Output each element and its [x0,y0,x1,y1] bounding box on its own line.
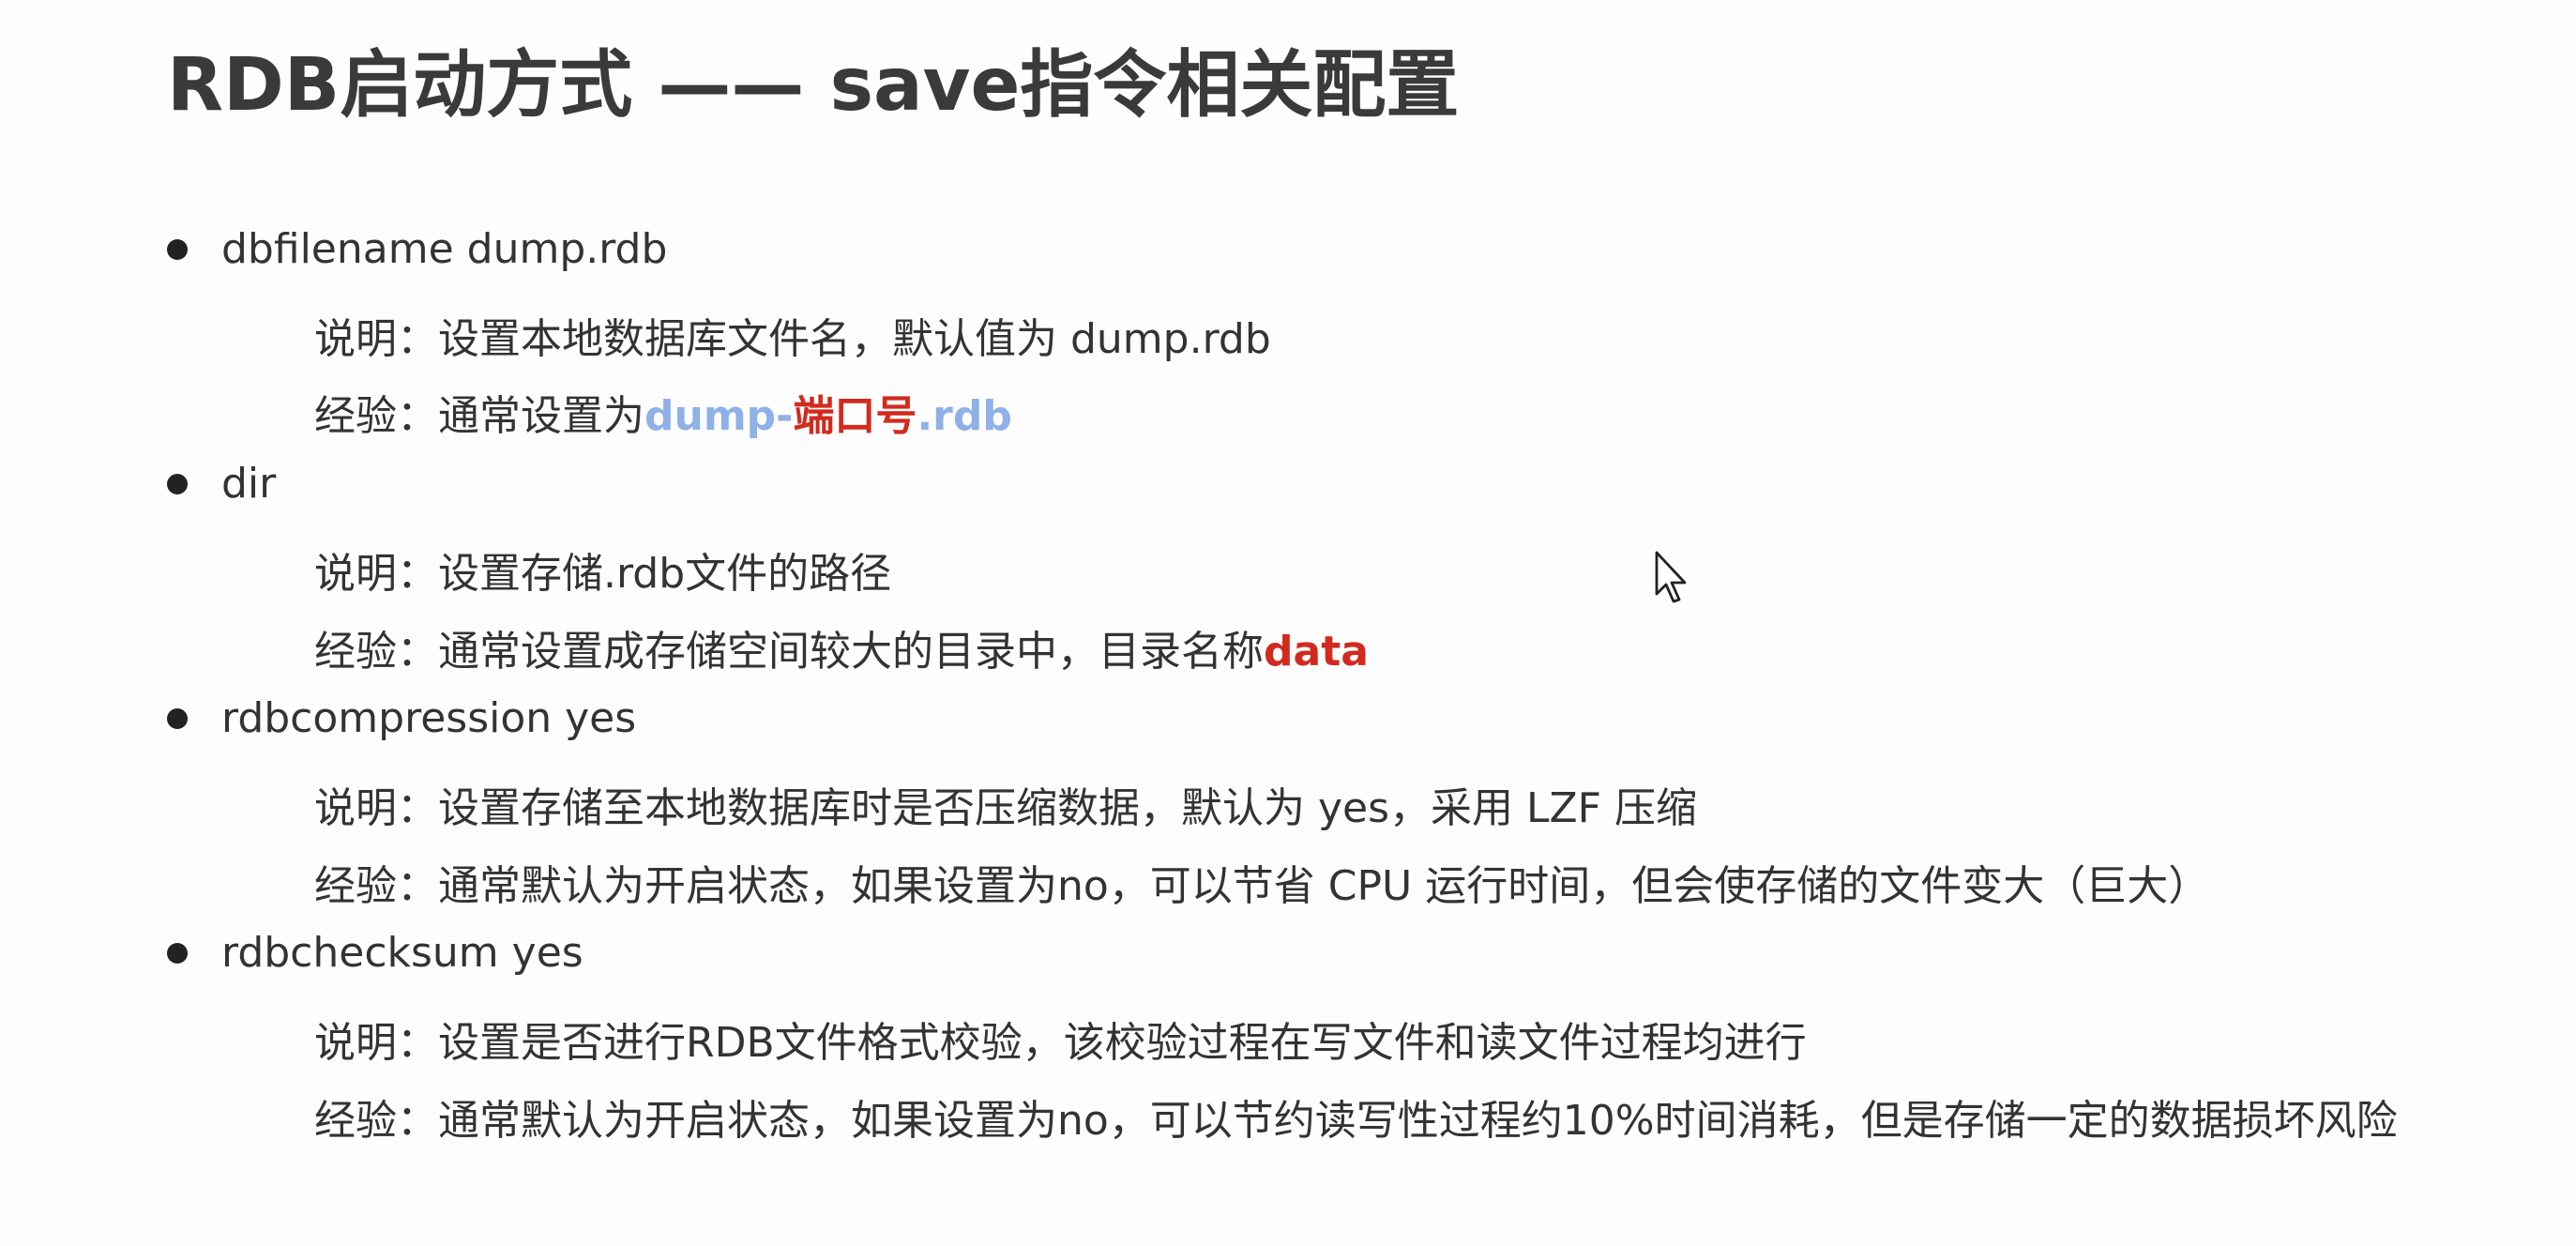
experience-line: 经验：通常设置为dump-端口号.rdb [314,382,1012,442]
experience-text: 通常默认为开启状态，如果设置为no，可以节约读写性过程约10%时间消耗，但是存储… [438,1097,2398,1145]
experience-text: 通常默认为开启状态，如果设置为no，可以节省 CPU 运行时间，但会使存储的文件… [438,862,2210,910]
config-item-label: dbfilename dump.rdb [221,225,668,273]
highlight-data-dir: data [1264,628,1369,676]
experience-text: 通常设置成存储空间较大的目录中，目录名称 [438,628,1264,676]
config-item-label: rdbcompression yes [221,694,637,742]
highlight-file-extension: .rdb [917,392,1012,440]
description-prefix: 说明： [314,784,438,832]
config-item-label: rdbchecksum yes [221,929,583,977]
mouse-pointer-icon [1655,551,1687,603]
description-text: 设置是否进行RDB文件格式校验，该校验过程在写文件和读文件过程均进行 [438,1019,1807,1067]
slide: RDB启动方式 —— save指令相关配置 dbfilename dump.rd… [0,0,2576,1246]
config-item-dbfilename: dbfilename dump.rdb [167,225,667,273]
bullet-dot-icon [167,707,188,729]
config-item-dir: dir [167,460,276,508]
experience-prefix: 经验： [314,1097,438,1145]
description-line: 说明：设置存储至本地数据库时是否压缩数据，默认为 yes，采用 LZF 压缩 [314,774,1697,834]
bullet-dot-icon [167,473,188,494]
experience-prefix: 经验： [314,392,438,440]
description-text: 设置存储.rdb文件的路径 [438,550,892,598]
highlight-port-number: 端口号 [793,392,917,440]
description-line: 说明：设置本地数据库文件名，默认值为 dump.rdb [314,305,1271,365]
config-item-label: dir [221,460,277,508]
experience-text: 通常设置为 [438,392,644,440]
bullet-dot-icon [167,942,188,964]
description-line: 说明：设置存储.rdb文件的路径 [314,539,891,600]
description-line: 说明：设置是否进行RDB文件格式校验，该校验过程在写文件和读文件过程均进行 [314,1009,1807,1069]
bullet-dot-icon [167,238,188,260]
config-item-rdbcompression: rdbcompression yes [167,694,636,742]
description-prefix: 说明： [314,1019,438,1067]
experience-line: 经验：通常设置成存储空间较大的目录中，目录名称data [314,617,1369,677]
experience-line: 经验：通常默认为开启状态，如果设置为no，可以节省 CPU 运行时间，但会使存储… [314,852,2209,912]
highlight-filename-prefix: dump- [644,392,794,440]
experience-prefix: 经验： [314,862,438,910]
experience-prefix: 经验： [314,628,438,676]
page-title: RDB启动方式 —— save指令相关配置 [167,43,1460,128]
description-prefix: 说明： [314,550,438,598]
experience-line: 经验：通常默认为开启状态，如果设置为no，可以节约读写性过程约10%时间消耗，但… [314,1086,2398,1147]
description-text: 设置本地数据库文件名，默认值为 dump.rdb [438,315,1271,363]
description-prefix: 说明： [314,315,438,363]
description-text: 设置存储至本地数据库时是否压缩数据，默认为 yes，采用 LZF 压缩 [438,784,1697,832]
config-item-rdbchecksum: rdbchecksum yes [167,929,583,977]
